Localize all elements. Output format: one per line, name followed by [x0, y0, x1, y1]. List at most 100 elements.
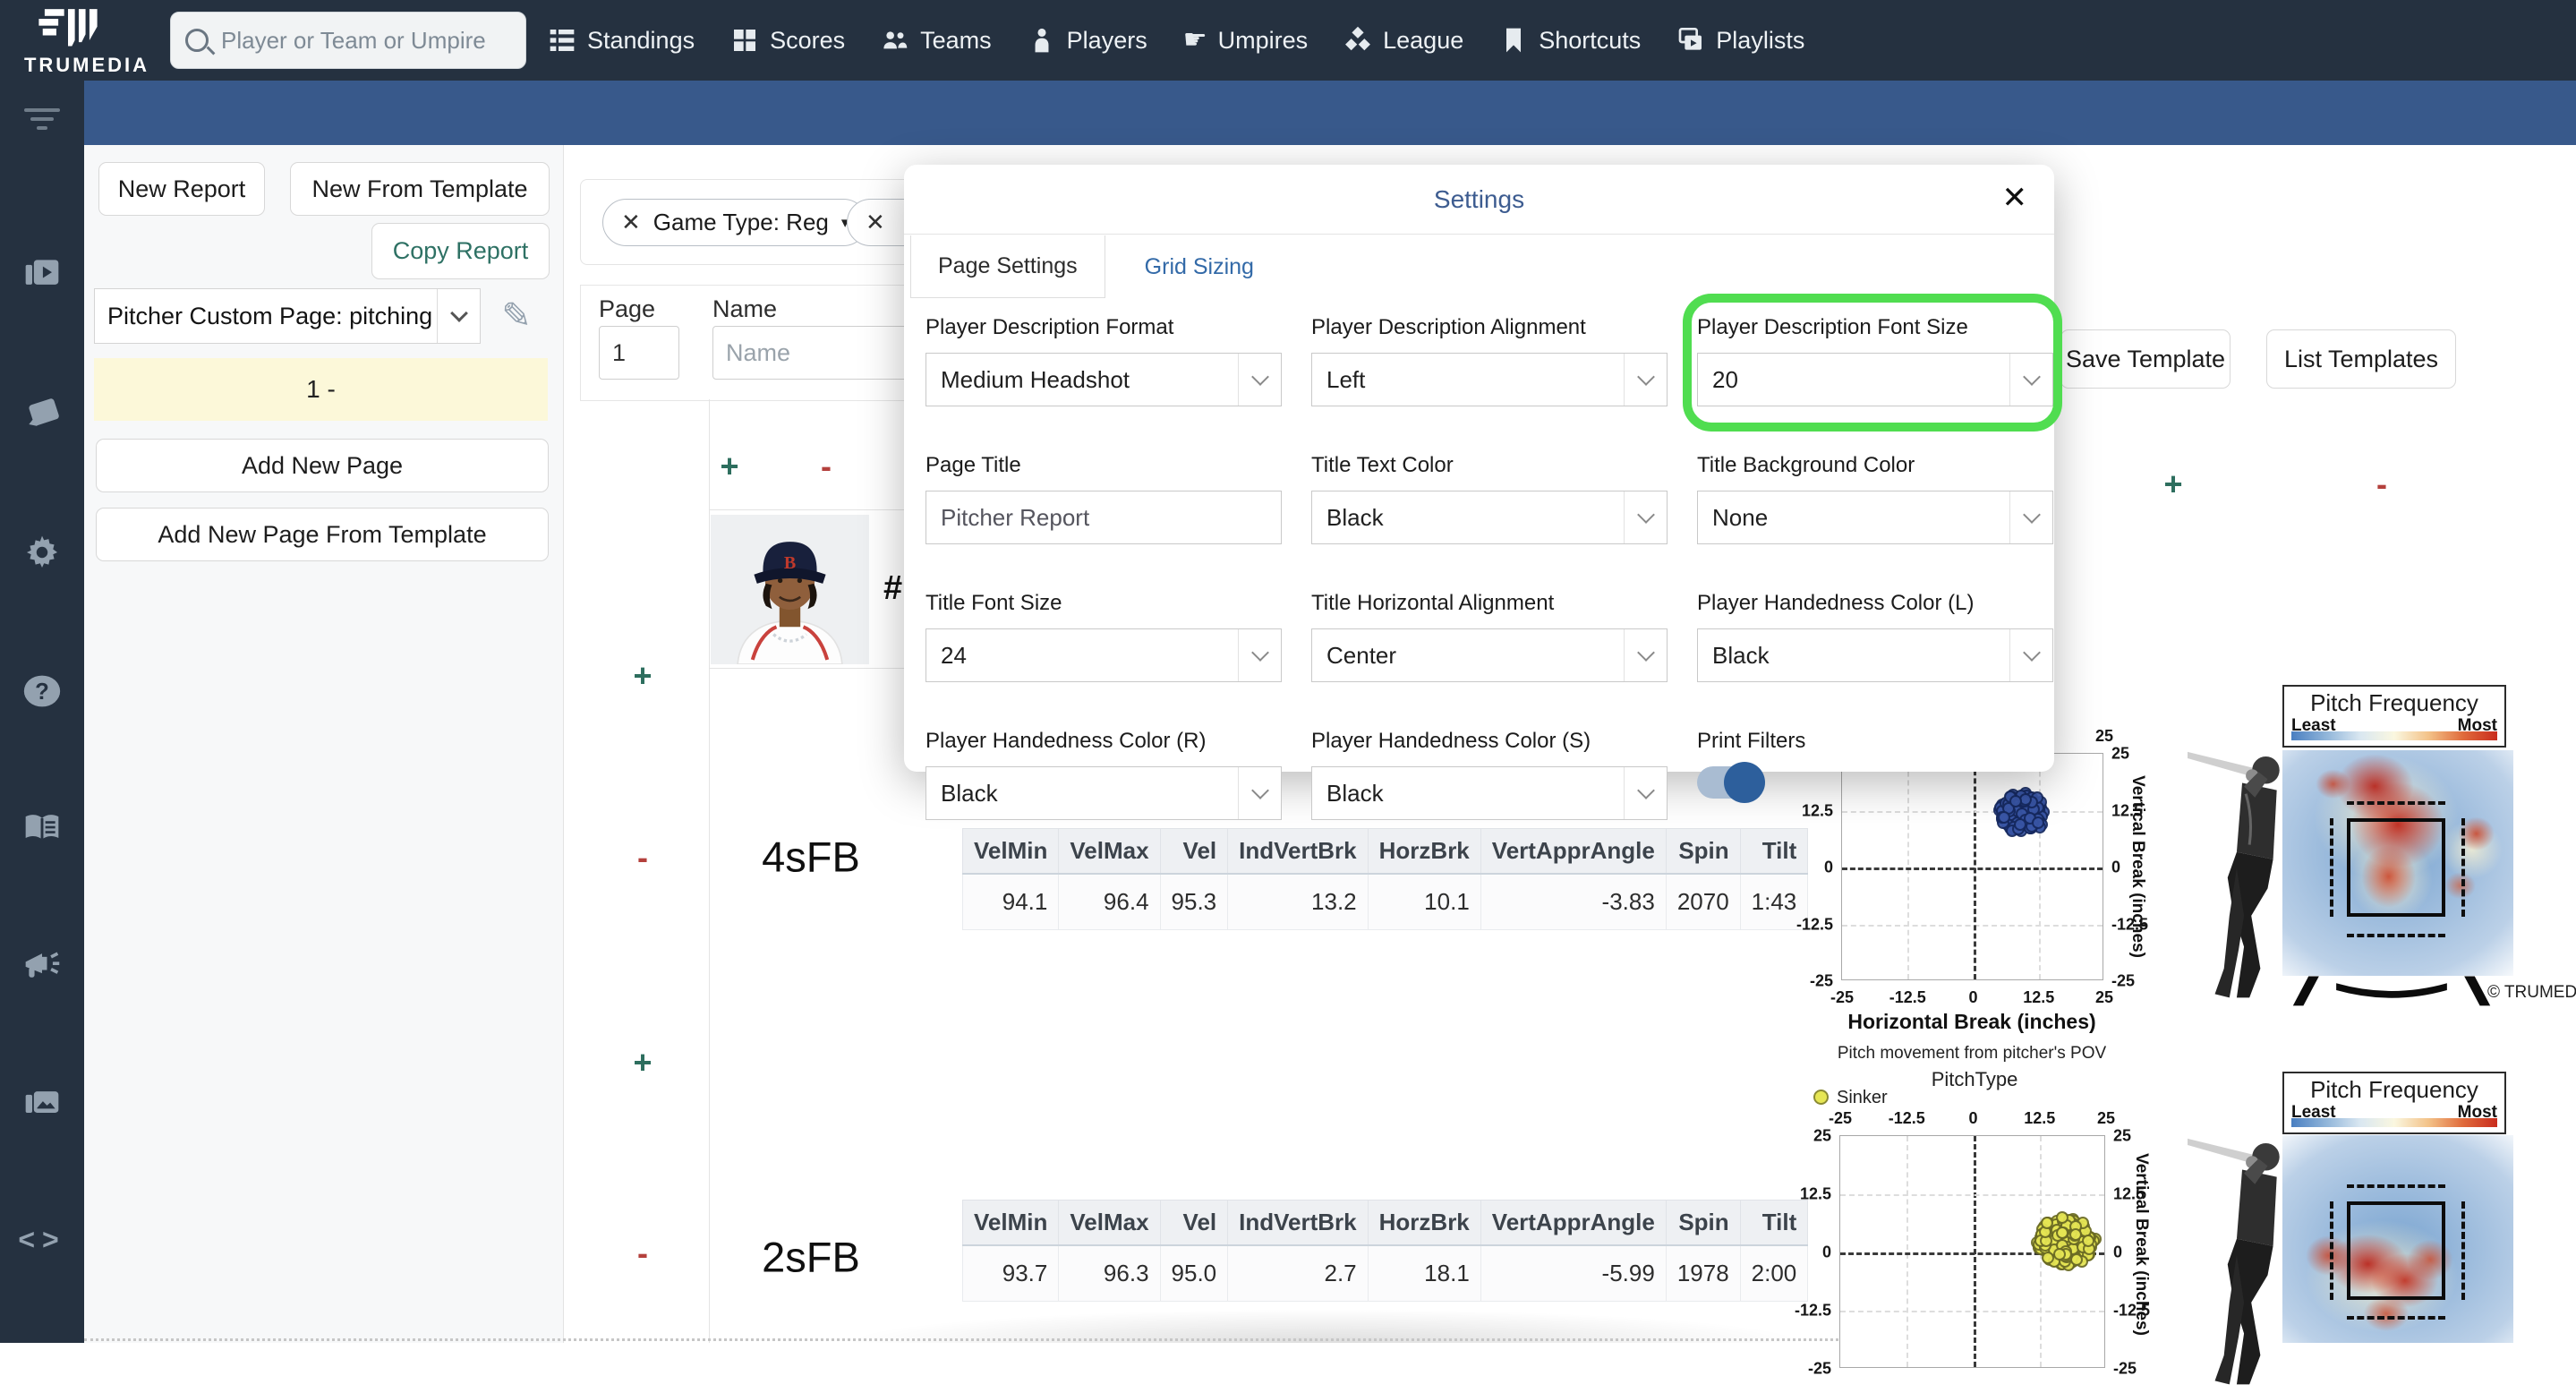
heatmap-legend: Pitch Frequency Least Most [2282, 685, 2506, 748]
stats-table-2sfb: VelMin VelMax Vel IndVertBrk HorzBrk VertAppr… [961, 1200, 1809, 1302]
strike-zone-box [2347, 818, 2445, 917]
add-new-page-from-template-button[interactable]: Add New Page From Template [96, 508, 549, 561]
nav-label: Scores [770, 26, 846, 54]
select-value: 20 [1712, 365, 1738, 393]
nav-standings[interactable]: Standings [548, 26, 695, 55]
trumedia-logo-icon [38, 9, 98, 47]
field-title-text-color: Title Text Color Black [1311, 453, 1668, 544]
field-print-filters: Print Filters [1697, 729, 2053, 820]
title-font-size-select[interactable]: 24 [925, 628, 1282, 682]
whiteboard-icon[interactable] [22, 395, 62, 434]
page-title-input[interactable] [925, 491, 1282, 544]
new-report-button[interactable]: New Report [98, 162, 265, 216]
select-value: Black [1326, 503, 1384, 531]
settings-gear-icon[interactable] [22, 533, 62, 572]
strike-zone-dashed-line [2347, 934, 2445, 937]
player-description-format-select[interactable]: Medium Headshot [925, 353, 1282, 406]
field-label: Page Title [925, 453, 1021, 477]
nav-teams[interactable]: Teams [881, 26, 992, 55]
player-handedness-color-s-select[interactable]: Black [1311, 766, 1668, 820]
select-value: None [1712, 503, 1769, 531]
filter-icon[interactable] [24, 103, 60, 135]
nav-label: Players [1066, 26, 1147, 54]
remove-column-button[interactable]: - [2376, 468, 2387, 500]
page-number-input[interactable] [599, 326, 679, 380]
cell: -5.99 [1480, 1244, 1667, 1302]
col-header: VelMax [1058, 828, 1161, 875]
report-panel: New Report New From Template Copy Report… [84, 145, 564, 1343]
scatter-dot [2056, 1226, 2069, 1239]
close-icon[interactable]: ✕ [621, 209, 641, 236]
announcements-megaphone-icon[interactable] [22, 945, 62, 985]
copy-report-button[interactable]: Copy Report [371, 223, 550, 279]
close-icon[interactable]: ✕ [866, 209, 885, 236]
svg-text:B: B [784, 553, 796, 573]
add-new-page-button[interactable]: Add New Page [96, 439, 549, 492]
add-column-button[interactable]: + [2163, 468, 2182, 500]
page-select[interactable]: Pitcher Custom Page: pitching -... [94, 288, 481, 344]
table-row: 94.1 96.4 95.3 13.2 10.1 -3.83 2070 1:43 [961, 873, 1809, 930]
col-header: Vel [1159, 1200, 1229, 1246]
field-label: Player Description Alignment [1311, 315, 1586, 339]
nav-scores[interactable]: Scores [730, 26, 845, 55]
video-playlist-icon[interactable] [22, 253, 62, 293]
chevron-down-icon [1238, 354, 1281, 406]
image-gallery-icon[interactable] [22, 1083, 62, 1123]
close-icon[interactable]: ✕ [2002, 183, 2028, 213]
remove-row-button[interactable]: - [637, 842, 648, 874]
field-label: Player Description Font Size [1697, 315, 1968, 339]
add-row-button[interactable]: + [633, 1047, 652, 1079]
select-value: Center [1326, 641, 1397, 669]
strike-zone-dashed-line [2461, 818, 2465, 917]
select-value: Medium Headshot [941, 365, 1130, 393]
player-description-alignment-select[interactable]: Left [1311, 353, 1668, 406]
title-text-color-select[interactable]: Black [1311, 491, 1668, 544]
embed-code-icon[interactable]: <> [18, 1224, 65, 1257]
print-filters-toggle[interactable] [1697, 762, 1765, 803]
nav-players[interactable]: Players [1028, 26, 1147, 55]
save-template-button[interactable]: Save Template [2060, 329, 2231, 389]
table-header-row: VelMin VelMax Vel IndVertBrk HorzBrk VertAppr… [961, 1200, 1809, 1246]
list-templates-button[interactable]: List Templates [2266, 329, 2456, 389]
page-row-item[interactable]: 1 - [94, 358, 548, 421]
tab-page-settings[interactable]: Page Settings [910, 235, 1105, 298]
teams-icon [883, 31, 908, 49]
nav-league[interactable]: League [1343, 26, 1463, 55]
svg-text:?: ? [35, 679, 49, 705]
nav-label: Standings [587, 26, 695, 54]
trumedia-logo[interactable]: TRUMEDIA [11, 4, 163, 79]
help-icon[interactable]: ? [22, 671, 62, 711]
batter-silhouette [2188, 751, 2280, 998]
page-select-value: Pitcher Custom Page: pitching -... [107, 302, 437, 329]
col-header: HorzBrk [1367, 1200, 1481, 1246]
add-row-button[interactable]: + [633, 660, 652, 692]
nav-playlists[interactable]: Playlists [1676, 26, 1804, 55]
field-label: Title Horizontal Alignment [1311, 591, 1555, 615]
global-search[interactable] [170, 12, 526, 69]
edit-pencil-icon[interactable]: ✎ [489, 288, 544, 344]
field-title-horizontal-alignment: Title Horizontal Alignment Center [1311, 591, 1668, 682]
new-from-template-button[interactable]: New From Template [290, 162, 550, 216]
player-description-font-size-select[interactable]: 20 [1697, 353, 2053, 406]
field-player-description-font-size: Player Description Font Size 20 [1683, 294, 2062, 432]
nav-shortcuts[interactable]: Shortcuts [1499, 26, 1641, 55]
col-header: Vel [1159, 828, 1229, 875]
field-title-background-color: Title Background Color None [1697, 453, 2053, 544]
filter-chip-game-type[interactable]: ✕ Game Type: Reg ▾ [602, 199, 868, 246]
remove-row-button[interactable]: - [637, 1237, 648, 1269]
add-column-button[interactable]: + [720, 450, 738, 483]
title-horizontal-alignment-select[interactable]: Center [1311, 628, 1668, 682]
player-handedness-color-r-select[interactable]: Black [925, 766, 1282, 820]
title-background-color-select[interactable]: None [1697, 491, 2053, 544]
scatter-dot [2070, 1252, 2084, 1266]
field-label: Title Background Color [1697, 453, 1915, 477]
tab-grid-sizing[interactable]: Grid Sizing [1118, 235, 1281, 298]
search-input[interactable] [221, 26, 508, 55]
table-header-row: VelMin VelMax Vel IndVertBrk HorzBrk VertAppr… [961, 828, 1809, 875]
nav-umpires[interactable]: ☛ Umpires [1183, 27, 1308, 55]
remove-column-button[interactable]: - [821, 450, 832, 483]
player-handedness-color-l-select[interactable]: Black [1697, 628, 2053, 682]
nav-label: Teams [920, 26, 992, 54]
cell: 94.1 [961, 873, 1060, 930]
glossary-book-icon[interactable] [22, 808, 62, 848]
